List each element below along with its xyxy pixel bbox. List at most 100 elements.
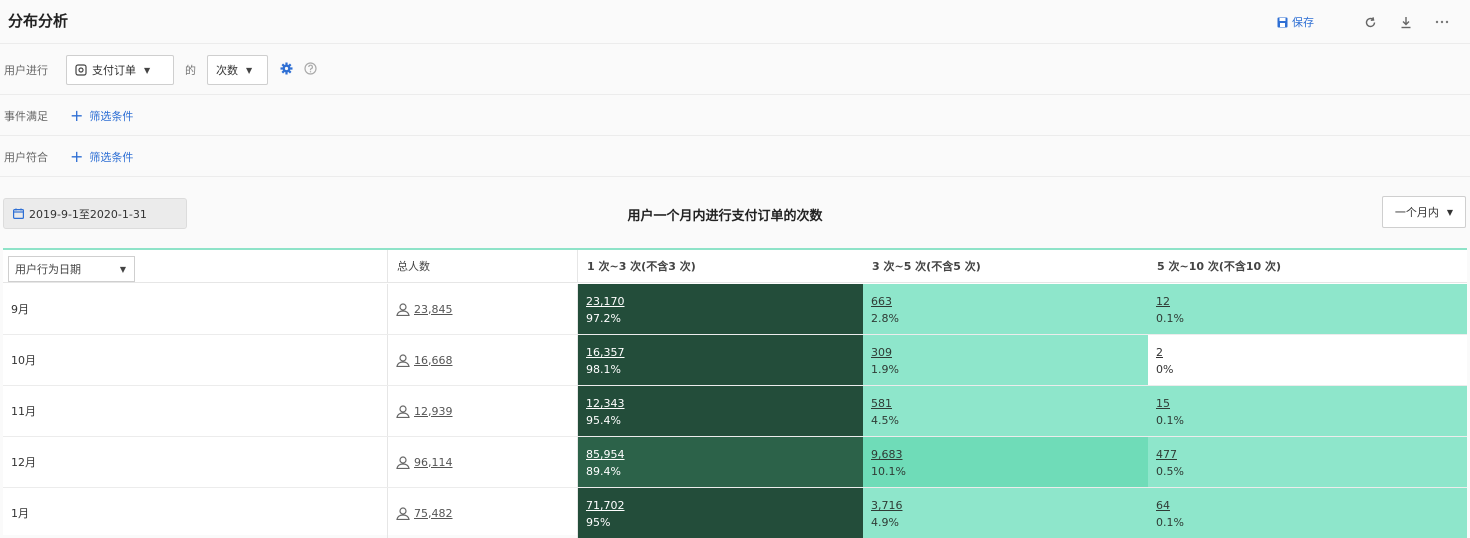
row-total-cell[interactable]: 96,114 (388, 437, 578, 487)
dimension-select[interactable]: 用户行为日期 ▼ (8, 256, 135, 282)
bucket-percent: 0.1% (1156, 414, 1184, 427)
row-total-value[interactable]: 16,668 (414, 354, 453, 367)
header-total: 总人数 (388, 250, 578, 282)
bucket-count[interactable]: 9,683 (871, 446, 1148, 463)
row-total-value[interactable]: 12,939 (414, 405, 453, 418)
bucket-count[interactable]: 12 (1156, 293, 1467, 310)
bucket-percent: 1.9% (871, 363, 899, 376)
date-range-value: 2019-9-1至2020-1-31 (29, 207, 147, 221)
event-condition-row: 事件满足 + 筛选条件 (0, 96, 1470, 136)
table-header-row: 用户行为日期 ▼ 总人数 1 次~3 次(不含3 次) 3 次~5 次(不含5 … (3, 250, 1467, 283)
bucket-cell[interactable]: 12 0.1% (1148, 284, 1467, 334)
row-total-cell[interactable]: 16,668 (388, 335, 578, 385)
download-button[interactable] (1396, 12, 1416, 32)
bucket-cell[interactable]: 309 1.9% (863, 335, 1148, 385)
bucket-percent: 10.1% (871, 465, 906, 478)
bucket-cell[interactable]: 581 4.5% (863, 386, 1148, 436)
add-filter-label: 筛选条件 (89, 151, 134, 164)
bucket-cell[interactable]: 12,343 95.4% (578, 386, 863, 436)
bucket-cell[interactable]: 85,954 89.4% (578, 437, 863, 487)
event-select[interactable]: 支付订单 ▼ (66, 55, 174, 85)
dimension-select-value: 用户行为日期 (15, 263, 81, 276)
bucket-count[interactable]: 581 (871, 395, 1148, 412)
bucket-count[interactable]: 477 (1156, 446, 1467, 463)
bucket-count[interactable]: 12,343 (586, 395, 863, 412)
plus-icon: + (70, 106, 84, 125)
bucket-cell[interactable]: 71,702 95% (578, 488, 863, 538)
table-row: 11月 12,939 12,343 95.4% 581 4.5% 15 0.1% (3, 386, 1467, 437)
more-button[interactable] (1432, 12, 1452, 32)
bucket-percent: 0.5% (1156, 465, 1184, 478)
event-filter-row: 用户进行 支付订单 ▼ 的 次数 ▼ (0, 45, 1470, 95)
bucket-cell[interactable]: 477 0.5% (1148, 437, 1467, 487)
bucket-count[interactable]: 23,170 (586, 293, 863, 310)
bucket-cell[interactable]: 663 2.8% (863, 284, 1148, 334)
add-event-filter-button[interactable]: + 筛选条件 (70, 108, 133, 124)
bucket-count[interactable]: 15 (1156, 395, 1467, 412)
user-condition-label: 用户符合 (4, 151, 48, 164)
bucket-cell[interactable]: 15 0.1% (1148, 386, 1467, 436)
user-performs-label: 用户进行 (4, 64, 48, 77)
help-icon[interactable] (304, 62, 317, 78)
row-total-cell[interactable]: 23,845 (388, 284, 578, 334)
gear-icon[interactable] (280, 62, 293, 78)
user-icon (396, 506, 410, 520)
bucket-percent: 0.1% (1156, 312, 1184, 325)
row-total-value[interactable]: 75,482 (414, 507, 453, 520)
bucket-cell[interactable]: 23,170 97.2% (578, 284, 863, 334)
save-button[interactable]: 保存 (1277, 14, 1314, 30)
bucket-cell[interactable]: 64 0.1% (1148, 488, 1467, 538)
save-button-label: 保存 (1292, 16, 1314, 29)
table-row: 1月 75,482 71,702 95% 3,716 4.9% 64 0.1% (3, 488, 1467, 538)
bucket-cell[interactable]: 16,357 98.1% (578, 335, 863, 385)
user-icon (396, 302, 410, 316)
date-range-picker[interactable]: 2019-9-1至2020-1-31 (3, 198, 187, 229)
bucket-percent: 4.5% (871, 414, 899, 427)
metric-select-value: 次数 (216, 64, 238, 77)
bucket-count[interactable]: 16,357 (586, 344, 863, 361)
row-total-value[interactable]: 23,845 (414, 303, 453, 316)
table-row: 12月 96,114 85,954 89.4% 9,683 10.1% 477 0.5% (3, 437, 1467, 488)
bucket-count[interactable]: 2 (1156, 344, 1467, 361)
bucket-count[interactable]: 64 (1156, 497, 1467, 514)
bucket-count[interactable]: 3,716 (871, 497, 1148, 514)
chevron-down-icon: ▼ (119, 265, 126, 274)
row-date-label: 9月 (3, 284, 388, 334)
bucket-count[interactable]: 85,954 (586, 446, 863, 463)
refresh-button[interactable] (1360, 12, 1380, 32)
calendar-icon (13, 208, 24, 219)
row-total-cell[interactable]: 75,482 (388, 488, 578, 538)
chart-title: 用户一个月内进行支付订单的次数 (627, 209, 823, 224)
bucket-cell[interactable]: 2 0% (1148, 335, 1467, 385)
download-icon (1401, 16, 1411, 28)
table-row: 10月 16,668 16,357 98.1% 309 1.9% 2 0% (3, 335, 1467, 386)
header-bucket-2: 3 次~5 次(不含5 次) (872, 260, 981, 273)
bucket-cell[interactable]: 9,683 10.1% (863, 437, 1148, 487)
bucket-count[interactable]: 309 (871, 344, 1148, 361)
row-date-label: 12月 (3, 437, 388, 487)
metric-select[interactable]: 次数 ▼ (207, 55, 268, 85)
bucket-percent: 98.1% (586, 363, 621, 376)
dimension-header: 用户行为日期 ▼ (3, 250, 388, 282)
chevron-down-icon: ▼ (144, 65, 151, 75)
bucket-percent: 0.1% (1156, 516, 1184, 529)
bucket-cell[interactable]: 3,716 4.9% (863, 488, 1148, 538)
event-icon (75, 64, 87, 76)
row-total-cell[interactable]: 12,939 (388, 386, 578, 436)
page-header: 分布分析 保存 (0, 0, 1470, 44)
period-select[interactable]: 一个月内 ▼ (1382, 196, 1466, 228)
row-date-label: 1月 (3, 488, 388, 538)
user-condition-row: 用户符合 + 筛选条件 (0, 137, 1470, 177)
plus-icon: + (70, 147, 84, 166)
row-total-value[interactable]: 96,114 (414, 456, 453, 469)
bucket-count[interactable]: 663 (871, 293, 1148, 310)
table-row: 9月 23,845 23,170 97.2% 663 2.8% 12 0.1% (3, 284, 1467, 335)
header-bucket-3: 5 次~10 次(不含10 次) (1157, 260, 1282, 273)
of-label: 的 (185, 64, 196, 77)
header-bucket-1: 1 次~3 次(不含3 次) (587, 260, 696, 273)
bucket-percent: 4.9% (871, 516, 899, 529)
add-user-filter-button[interactable]: + 筛选条件 (70, 149, 133, 165)
bucket-count[interactable]: 71,702 (586, 497, 863, 514)
user-icon (396, 404, 410, 418)
chevron-down-icon: ▼ (1446, 207, 1454, 217)
